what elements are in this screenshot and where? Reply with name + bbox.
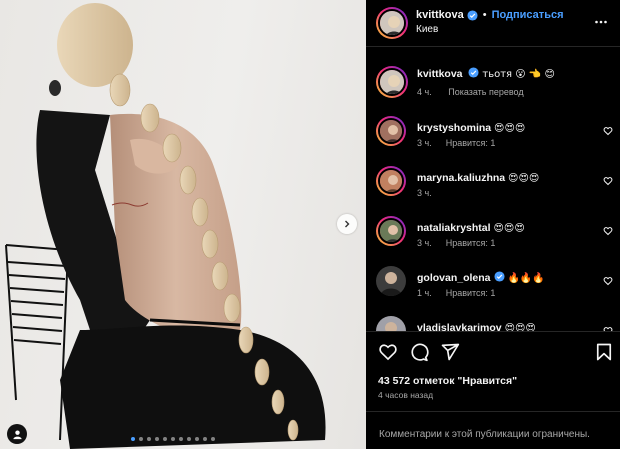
carousel-dot bbox=[203, 437, 207, 441]
comment-icon[interactable] bbox=[409, 342, 429, 362]
comment-text: 🔥🔥🔥 bbox=[507, 273, 545, 284]
user-tag-icon bbox=[12, 429, 22, 439]
comment-text: 😍😍😍 bbox=[504, 323, 536, 331]
comment-heart-icon[interactable] bbox=[603, 226, 613, 236]
author-avatar[interactable] bbox=[376, 7, 408, 39]
commenter-avatar[interactable] bbox=[376, 216, 406, 246]
commenter-username[interactable]: nataliakryshtal bbox=[417, 222, 491, 234]
post-location[interactable]: Киев bbox=[416, 24, 438, 35]
post-media[interactable] bbox=[0, 0, 366, 449]
commenter-avatar[interactable] bbox=[376, 166, 406, 196]
comment-body: maryna.kaliuzhna 😍😍😍 bbox=[417, 171, 600, 186]
comment-time[interactable]: 3 ч. bbox=[417, 188, 432, 198]
more-horizontal-icon[interactable] bbox=[594, 15, 608, 29]
caption-username[interactable]: kvittkova bbox=[417, 68, 463, 80]
share-icon[interactable] bbox=[440, 342, 460, 362]
commenter-avatar[interactable] bbox=[376, 266, 406, 296]
commenter-username[interactable]: krystyshomina bbox=[417, 122, 491, 134]
comments-restricted-notice: Комментарии к этой публикации ограничены… bbox=[366, 411, 620, 449]
carousel-dot bbox=[211, 437, 215, 441]
comment-heart-icon[interactable] bbox=[603, 176, 613, 186]
carousel-dot bbox=[147, 437, 151, 441]
comment-body: vladislavkarimov 😍😍😍 bbox=[417, 321, 600, 331]
comment-text: 😍😍😍 bbox=[508, 173, 540, 184]
header-separator: • bbox=[482, 9, 487, 21]
carousel-dot bbox=[171, 437, 175, 441]
carousel-dot bbox=[179, 437, 183, 441]
header-user-line: kvittkova • Подписаться bbox=[416, 9, 564, 21]
comment-meta: 3 ч. Нравится: 1 bbox=[417, 138, 509, 148]
carousel-dot bbox=[155, 437, 159, 441]
comments-restricted-text: Комментарии к этой публикации ограничены… bbox=[379, 429, 590, 440]
verified-badge-icon bbox=[467, 9, 478, 21]
comment-time[interactable]: 1 ч. bbox=[417, 288, 432, 298]
comment-time[interactable]: 3 ч. bbox=[417, 138, 432, 148]
carousel-next-button[interactable] bbox=[337, 214, 357, 234]
caption-avatar[interactable] bbox=[376, 66, 408, 98]
likes-count[interactable]: 43 572 отметок "Нравится" bbox=[378, 375, 517, 387]
comment-body: nataliakryshtal 😍😍😍 bbox=[417, 221, 600, 236]
comment-text: 😍😍😍 bbox=[494, 123, 526, 134]
comment-heart-icon[interactable] bbox=[603, 126, 613, 136]
carousel-dot bbox=[131, 437, 135, 441]
comment-meta: 3 ч. bbox=[417, 188, 446, 198]
commenter-username[interactable]: maryna.kaliuzhna bbox=[417, 172, 505, 184]
carousel-dot bbox=[195, 437, 199, 441]
author-username[interactable]: kvittkova bbox=[416, 9, 464, 21]
comment-time[interactable]: 3 ч. bbox=[417, 238, 432, 248]
heart-icon[interactable] bbox=[378, 342, 398, 362]
comment-like-count[interactable]: Нравится: 1 bbox=[446, 288, 496, 298]
commenter-avatar[interactable] bbox=[376, 116, 406, 146]
caption-meta: 4 ч. Показать перевод bbox=[417, 87, 538, 97]
carousel-dot bbox=[187, 437, 191, 441]
comment-heart-icon[interactable] bbox=[603, 276, 613, 286]
chevron-right-icon bbox=[345, 220, 350, 228]
comment-body: golovan_olena 🔥🔥🔥 bbox=[417, 271, 600, 286]
post-photo bbox=[5, 3, 326, 449]
bookmark-icon[interactable] bbox=[594, 342, 614, 362]
post-side-panel: kvittkova • Подписаться Киев kvittkova т… bbox=[366, 0, 620, 449]
caption-text: тьотя 😮 👈 😊 bbox=[482, 69, 555, 80]
commenter-avatar[interactable] bbox=[376, 316, 406, 331]
comment-like-count[interactable]: Нравится: 1 bbox=[446, 238, 496, 248]
post-timestamp[interactable]: 4 часов назад bbox=[378, 390, 433, 400]
caption-body: kvittkova тьотя 😮 👈 😊 bbox=[417, 67, 600, 82]
caption-time[interactable]: 4 ч. bbox=[417, 87, 432, 97]
post-actions: 43 572 отметок "Нравится" 4 часов назад … bbox=[366, 331, 620, 449]
post-header: kvittkova • Подписаться Киев bbox=[366, 0, 620, 47]
comment-text: 😍😍😍 bbox=[493, 223, 525, 234]
verified-badge-icon bbox=[493, 271, 505, 282]
comment-meta: 3 ч. Нравится: 1 bbox=[417, 238, 509, 248]
carousel-indicator bbox=[131, 437, 215, 441]
commenter-username[interactable]: golovan_olena bbox=[417, 272, 491, 284]
comment-body: krystyshomina 😍😍😍 bbox=[417, 121, 600, 136]
comments-list[interactable]: kvittkova тьотя 😮 👈 😊 4 ч. Показать пере… bbox=[366, 48, 620, 331]
carousel-dot bbox=[139, 437, 143, 441]
show-translation-link[interactable]: Показать перевод bbox=[448, 87, 523, 97]
comment-like-count[interactable]: Нравится: 1 bbox=[446, 138, 496, 148]
follow-button[interactable]: Подписаться bbox=[492, 9, 564, 21]
commenter-username[interactable]: vladislavkarimov bbox=[417, 322, 502, 331]
tagged-users-button[interactable] bbox=[7, 424, 27, 444]
verified-badge-icon bbox=[468, 67, 479, 78]
comment-meta: 1 ч. Нравится: 1 bbox=[417, 288, 509, 298]
carousel-dot bbox=[163, 437, 167, 441]
